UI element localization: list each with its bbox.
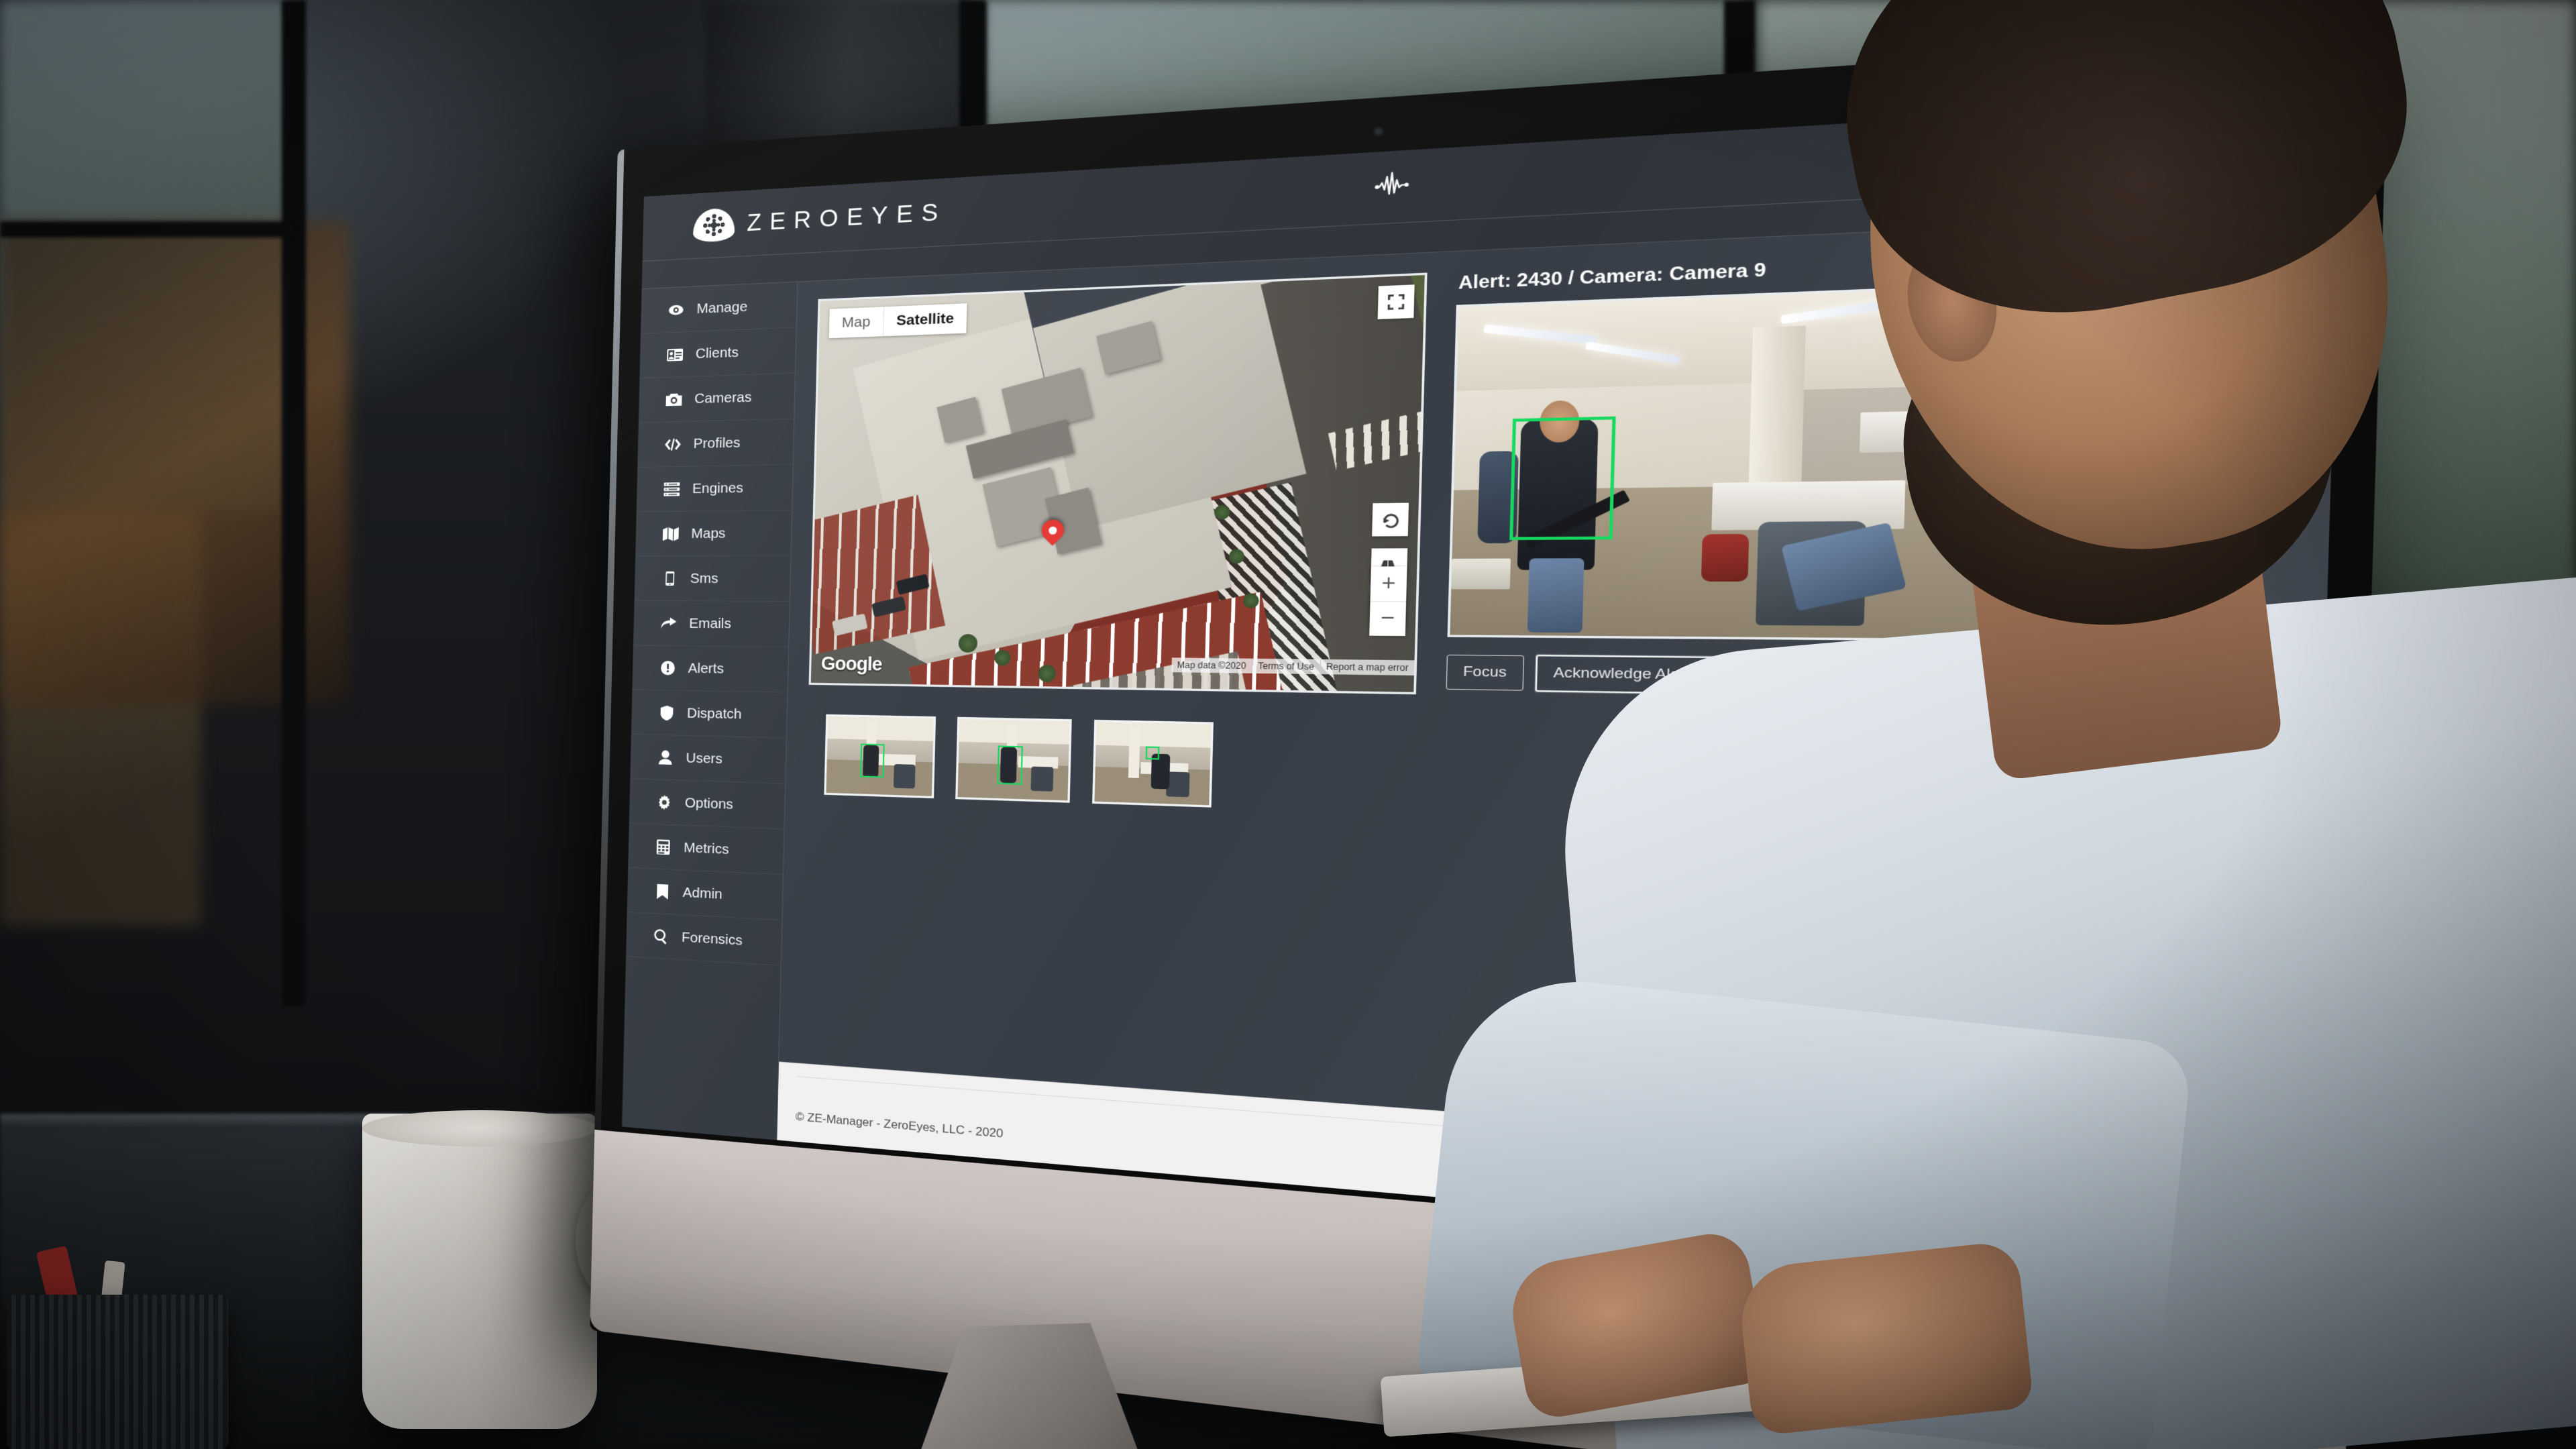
shield-icon [657, 705, 677, 720]
sidebar-item-label: Sms [690, 570, 718, 586]
sidebar-item-forensics[interactable]: Forensics [626, 912, 782, 966]
sidebar-item-label: Maps [691, 525, 726, 542]
alert-thumbnail-2[interactable] [955, 717, 1072, 803]
sidebar-item-emails[interactable]: Emails [633, 601, 790, 647]
sidebar-item-label: Cameras [694, 389, 752, 407]
person-at-desk [1597, 0, 2576, 1449]
sidebar-item-label: Users [686, 750, 722, 767]
sidebar-item-label: Emails [689, 615, 731, 632]
map-data-label: Map data ©2020 [1171, 657, 1252, 673]
map-fold-icon [661, 527, 681, 540]
window-transom [0, 221, 295, 237]
sidebar-item-profiles[interactable]: Profiles [637, 419, 794, 468]
sidebar-item-clients[interactable]: Clients [639, 328, 796, 379]
sidebar-nav: Manage Clients Cameras [622, 282, 798, 1141]
report-map-error-link[interactable]: Report a map error [1320, 659, 1414, 676]
sidebar-item-manage[interactable]: Manage [641, 282, 797, 333]
sidebar-item-label: Dispatch [687, 705, 742, 722]
alert-thumbnail-3[interactable] [1092, 720, 1214, 808]
brand-logo[interactable]: ZEROEYES [693, 195, 947, 242]
forward-arrow-icon [659, 617, 679, 629]
pulse-waveform-icon [1374, 169, 1409, 205]
google-map-panel[interactable]: Map Satellite [809, 272, 1428, 694]
sidebar-item-options[interactable]: Options [629, 779, 785, 829]
sidebar-item-label: Profiles [693, 435, 740, 452]
exclamation-circle-icon [657, 661, 678, 676]
bookmark-icon [652, 883, 672, 900]
zeroeyes-eye-logo [693, 207, 735, 242]
sidebar-item-label: Alerts [688, 660, 724, 677]
satellite-view-button[interactable]: Satellite [883, 303, 967, 336]
footer-copyright: © ZE-Manager - ZeroEyes, LLC - 2020 [796, 1110, 1004, 1140]
mesh-pen-cup [7, 1295, 228, 1449]
code-brackets-icon [663, 438, 683, 451]
focus-button[interactable]: Focus [1446, 655, 1523, 691]
brand-name: ZEROEYES [747, 198, 947, 237]
sidebar-item-dispatch[interactable]: Dispatch [631, 690, 788, 739]
person-hand-right [1736, 1240, 2034, 1437]
user-icon [655, 750, 676, 765]
terms-of-use-link[interactable]: Terms of Use [1252, 659, 1321, 674]
window-mullion [282, 0, 306, 1006]
zoom-out-button[interactable]: − [1369, 602, 1406, 636]
gear-icon [654, 794, 674, 810]
sidebar-item-label: Engines [692, 480, 743, 497]
sidebar-item-label: Manage [696, 299, 747, 317]
fullscreen-button[interactable] [1378, 284, 1415, 319]
sidebar-item-alerts[interactable]: Alerts [632, 645, 788, 692]
rotate-button[interactable] [1372, 503, 1409, 537]
map-view-button[interactable]: Map [829, 307, 883, 338]
sidebar-item-metrics[interactable]: Metrics [628, 823, 784, 875]
coffee-mug [362, 1114, 597, 1429]
alert-thumbnail-1[interactable] [824, 714, 936, 798]
id-card-icon [665, 348, 685, 361]
map-type-toggle[interactable]: Map Satellite [829, 303, 967, 338]
sidebar-item-label: Admin [682, 884, 722, 902]
server-stack-icon [661, 482, 682, 496]
zoom-controls[interactable]: + − [1369, 566, 1407, 636]
sidebar-item-label: Metrics [684, 839, 729, 857]
calculator-icon [653, 839, 674, 855]
office-scene-photo: ZEROEYES Logout Total: 3/3 [0, 0, 2576, 1449]
sidebar-item-sms[interactable]: Sms [635, 556, 791, 602]
search-icon [651, 928, 672, 944]
satellite-imagery [811, 275, 1425, 692]
sidebar-item-cameras[interactable]: Cameras [639, 374, 795, 423]
google-logo: Google [820, 653, 881, 676]
sidebar-item-label: Clients [696, 344, 739, 362]
camera-icon [664, 392, 684, 406]
zoom-in-button[interactable]: + [1371, 566, 1407, 601]
sidebar-item-label: Forensics [682, 929, 743, 949]
sidebar-item-users[interactable]: Users [630, 735, 786, 784]
sidebar-item-admin[interactable]: Admin [627, 868, 783, 920]
sidebar-item-label: Options [685, 795, 734, 813]
eye-icon [666, 304, 686, 315]
sidebar-item-maps[interactable]: Maps [635, 511, 792, 557]
mobile-phone-icon [659, 572, 680, 586]
coffee-mug-rim [362, 1110, 597, 1146]
sidebar-item-engines[interactable]: Engines [637, 465, 793, 513]
